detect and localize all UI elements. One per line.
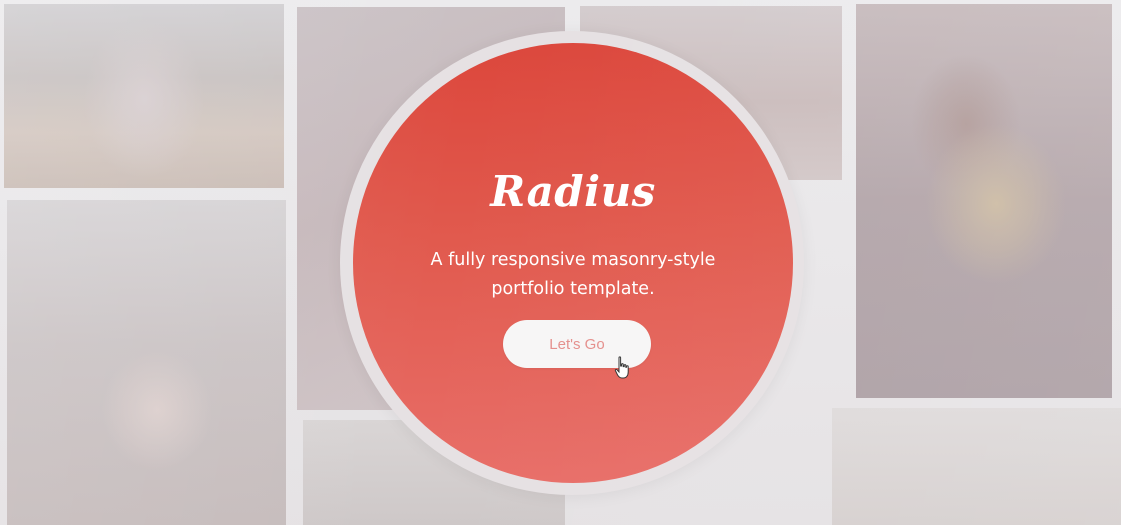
portfolio-photo-tile[interactable] (856, 4, 1112, 398)
hero-tagline: A fully responsive masonry-style portfol… (413, 246, 733, 304)
portfolio-photo-tile[interactable] (832, 408, 1121, 525)
tagline-line-2: portfolio template. (491, 279, 655, 299)
page: Radius A fully responsive masonry-style … (0, 0, 1121, 525)
hand-pointer-icon (614, 356, 629, 379)
hero-circle: Radius A fully responsive masonry-style … (353, 43, 793, 483)
tagline-line-1: A fully responsive masonry-style (430, 250, 716, 270)
brand-title: Radius (490, 167, 656, 216)
portfolio-photo-tile[interactable] (4, 4, 284, 188)
portfolio-photo-tile[interactable] (7, 200, 286, 525)
